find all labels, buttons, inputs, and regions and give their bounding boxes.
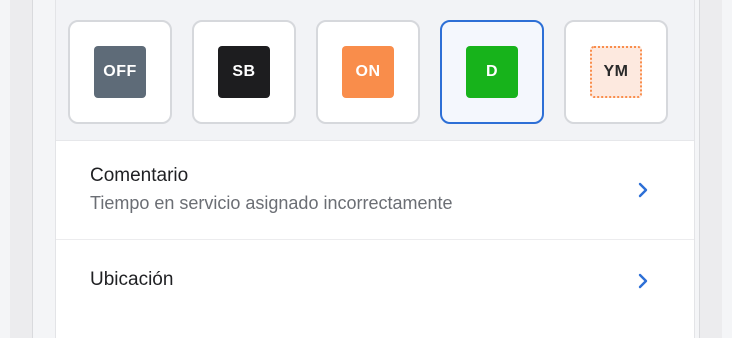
status-off-button[interactable]: OFF bbox=[68, 20, 172, 124]
status-on-badge: ON bbox=[342, 46, 394, 98]
log-edit-panel: OFF SB ON D YM Comentario Tiempo en serv… bbox=[55, 0, 695, 338]
status-sb-button[interactable]: SB bbox=[192, 20, 296, 124]
comment-subtitle: Tiempo en servicio asignado incorrectame… bbox=[90, 193, 453, 213]
device-edge-right bbox=[699, 0, 722, 338]
chevron-right-icon bbox=[638, 273, 648, 289]
comment-row[interactable]: Comentario Tiempo en servicio asignado i… bbox=[56, 141, 694, 240]
duty-status-options: OFF SB ON D YM bbox=[68, 20, 668, 124]
location-row[interactable]: Ubicación bbox=[56, 240, 694, 338]
chevron-right-icon bbox=[638, 182, 648, 198]
status-off-badge: OFF bbox=[94, 46, 146, 98]
status-sb-badge: SB bbox=[218, 46, 270, 98]
comment-title: Comentario bbox=[90, 165, 189, 186]
status-d-button[interactable]: D bbox=[440, 20, 544, 124]
duty-status-selector: OFF SB ON D YM bbox=[56, 0, 694, 141]
status-d-badge: D bbox=[466, 46, 518, 98]
location-title: Ubicación bbox=[90, 269, 174, 290]
status-ym-button[interactable]: YM bbox=[564, 20, 668, 124]
device-edge-left bbox=[10, 0, 33, 338]
status-ym-badge: YM bbox=[590, 46, 642, 98]
app-frame: OFF SB ON D YM Comentario Tiempo en serv… bbox=[0, 0, 732, 338]
status-on-button[interactable]: ON bbox=[316, 20, 420, 124]
